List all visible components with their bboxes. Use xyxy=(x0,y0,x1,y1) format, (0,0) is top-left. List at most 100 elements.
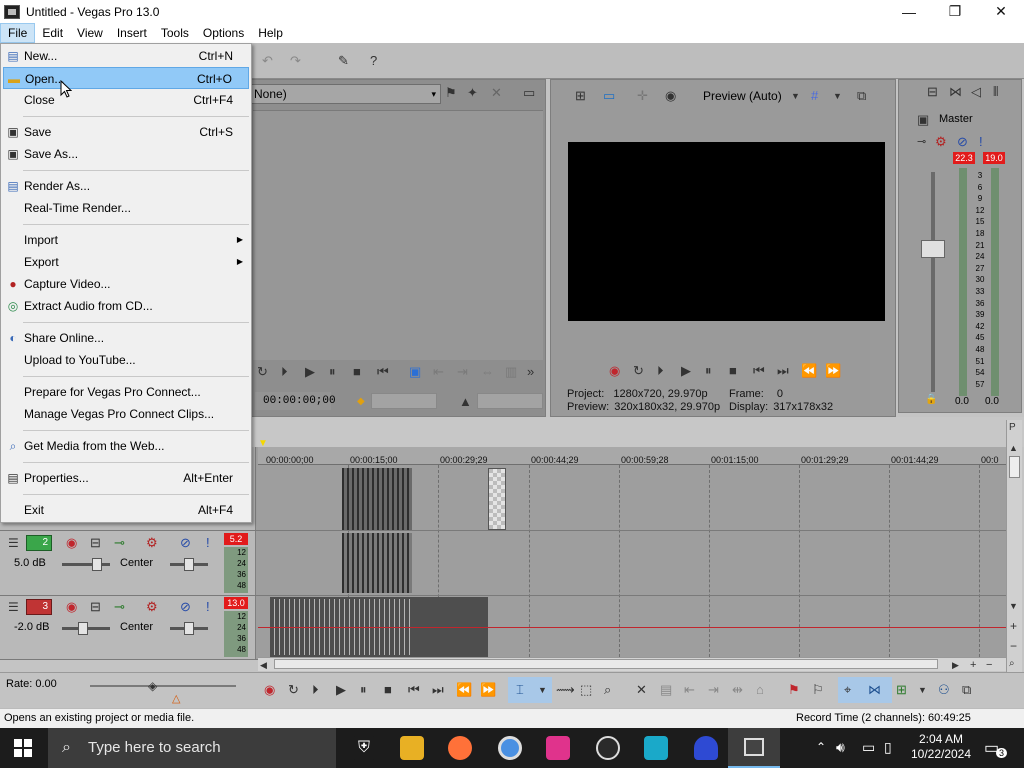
menu-item-exit[interactable]: Exit Alt+F4 xyxy=(3,499,249,521)
help-pointer-icon[interactable]: ? xyxy=(370,53,377,69)
undo-icon[interactable]: ↶ xyxy=(262,53,273,69)
vs-app-icon[interactable] xyxy=(644,736,668,760)
menu-tools[interactable]: Tools xyxy=(154,23,196,43)
windows-start-icon[interactable] xyxy=(14,739,32,757)
trim-region-bar[interactable] xyxy=(371,393,437,409)
copy-snapshot-icon[interactable]: ⧉ xyxy=(857,88,866,104)
go-end-icon[interactable]: ⏭ xyxy=(777,363,789,379)
mixer-icon[interactable]: ⊟ xyxy=(927,84,938,100)
timeline-vertical-scrollbar[interactable]: P ▲ ▼ + − ⌕ xyxy=(1006,420,1022,672)
gauge-app-icon[interactable] xyxy=(596,736,620,760)
fx-delete-icon[interactable]: ✕ xyxy=(491,85,502,101)
fx-star-icon[interactable]: ✦ xyxy=(467,85,478,101)
vegas-taskbar-button[interactable] xyxy=(728,728,780,768)
region-icon[interactable]: ⚐ xyxy=(812,682,824,698)
p-icon[interactable]: P xyxy=(1009,420,1016,436)
overlay-grid-icon[interactable]: # xyxy=(811,88,818,104)
trim-start-icon[interactable]: ⇤ xyxy=(684,682,695,698)
track-motion-icon[interactable]: ⊟ xyxy=(90,599,101,615)
lock-envelopes-icon[interactable]: ⚇ xyxy=(938,682,950,698)
zoom-out-icon[interactable]: − xyxy=(1010,638,1017,654)
menu-item-extract-audio[interactable]: ◎ Extract Audio from CD... xyxy=(3,295,249,317)
menu-item-share-online[interactable]: ◐ Share Online... xyxy=(3,327,249,349)
hat-app-icon[interactable] xyxy=(694,736,718,760)
menu-view[interactable]: View xyxy=(70,23,110,43)
split-icon[interactable]: ⇹ xyxy=(732,682,743,698)
master-fader-handle[interactable] xyxy=(921,240,945,258)
file-explorer-icon[interactable] xyxy=(400,736,424,760)
security-app-icon[interactable]: ⛨ xyxy=(352,736,376,760)
menu-item-export[interactable]: Export ▶ xyxy=(3,251,249,273)
fx-add-icon[interactable]: ⚑ xyxy=(445,85,457,101)
chevron-up-icon[interactable]: ⌃ xyxy=(816,740,826,754)
track-menu-icon[interactable]: ☰ xyxy=(8,535,19,551)
menu-item-capture-video[interactable]: ● Capture Video... xyxy=(3,273,249,295)
preview-settings-icon[interactable]: ⊞ xyxy=(575,88,586,104)
image-clip[interactable] xyxy=(488,468,506,530)
speaker-icon[interactable]: ◁ xyxy=(971,84,981,100)
timeline-horizontal-scrollbar[interactable]: ◀ ▶ + − xyxy=(258,657,1006,671)
menu-file[interactable]: File xyxy=(0,23,36,43)
pan-slider[interactable] xyxy=(170,622,208,635)
record-icon[interactable]: ◉ xyxy=(609,363,620,379)
trim-add-icon[interactable]: ⇔ xyxy=(481,364,494,380)
trim-audio-icon[interactable]: ▥ xyxy=(505,364,517,380)
menu-item-new[interactable]: ▤ New... Ctrl+N xyxy=(3,45,249,67)
dim-output-icon[interactable]: ⫴ xyxy=(993,84,998,100)
wrench-icon[interactable]: ✎ xyxy=(338,53,349,69)
delete-icon[interactable]: ✕ xyxy=(636,682,647,698)
snapping-buttons[interactable]: ⌖ ⋈ xyxy=(838,677,892,703)
trim-icon[interactable]: ▤ xyxy=(660,682,672,698)
menu-item-properties[interactable]: ▤ Properties... Alt+Enter xyxy=(3,467,249,489)
pause-icon[interactable]: ⏸ xyxy=(705,363,712,379)
arm-record-icon[interactable]: ◉ xyxy=(66,599,77,615)
volume-icon[interactable]: 🔊︎ xyxy=(836,739,845,756)
volume-slider-handle[interactable] xyxy=(78,622,88,635)
go-end-icon[interactable]: ⏭ xyxy=(432,682,444,698)
menu-item-render-as[interactable]: ▤ Render As... xyxy=(3,175,249,197)
menu-item-save-as[interactable]: ▣ Save As... xyxy=(3,143,249,165)
zoom-out-h-icon[interactable]: − xyxy=(986,657,992,673)
volume-slider-handle[interactable] xyxy=(92,558,102,571)
scroll-down-icon[interactable]: ▼ xyxy=(1009,598,1018,614)
solo-icon[interactable]: ǃ xyxy=(206,535,210,551)
loop-icon[interactable]: ↻ xyxy=(288,682,299,698)
menu-item-get-media-web[interactable]: ⌕ Get Media from the Web... xyxy=(3,435,249,457)
ignore-grouping-icon[interactable]: ⧉ xyxy=(962,682,971,698)
trim-out-icon[interactable]: ⇥ xyxy=(457,364,468,380)
next-frame-icon[interactable]: ⏩ xyxy=(825,363,841,379)
next-frame-icon[interactable]: ⏩ xyxy=(480,682,496,698)
video-clip[interactable] xyxy=(342,468,412,530)
menu-item-import[interactable]: Import ▶ xyxy=(3,229,249,251)
track-motion-icon[interactable]: ⊟ xyxy=(90,535,101,551)
track-fx-icon[interactable]: ⊸ xyxy=(114,599,125,615)
preview-quality-icon[interactable]: ◉ xyxy=(665,88,676,104)
battery-icon[interactable]: ▯ xyxy=(884,739,892,756)
go-start-icon[interactable]: ⏮ xyxy=(753,363,765,379)
zoom-tool-icon[interactable]: ⌕ xyxy=(604,682,611,698)
record-icon[interactable]: ◉ xyxy=(264,682,275,698)
play-icon[interactable]: ▶ xyxy=(681,363,691,379)
loop-icon[interactable]: ↻ xyxy=(257,364,268,380)
monitor-icon[interactable]: ▭ xyxy=(523,85,535,101)
media-view-area[interactable] xyxy=(253,110,543,360)
mute-icon[interactable]: ⊘ xyxy=(180,535,191,551)
pause-icon[interactable]: ⏸ xyxy=(329,364,336,380)
zoom-in-icon[interactable]: + xyxy=(1010,618,1017,634)
play-icon[interactable]: ▶ xyxy=(336,682,346,698)
go-start-icon[interactable]: ⏮ xyxy=(408,682,420,698)
stop-icon[interactable]: ■ xyxy=(353,364,361,380)
rate-slider[interactable] xyxy=(90,685,236,687)
more-icon[interactable]: » xyxy=(527,364,534,380)
pause-icon[interactable]: ⏸ xyxy=(360,682,367,698)
preview-mode-select[interactable]: Preview (Auto) xyxy=(703,89,782,103)
normal-edit-tool-button[interactable]: ⌶ ▼ xyxy=(508,677,552,703)
rate-reset-icon[interactable]: △ xyxy=(172,691,180,707)
minimize-button[interactable]: — xyxy=(886,0,932,23)
h-scrollbar-thumb[interactable] xyxy=(274,659,938,669)
taskbar-search[interactable]: ⌕ Type here to search xyxy=(48,728,336,768)
menu-item-manage-connect[interactable]: Manage Vegas Pro Connect Clips... xyxy=(3,403,249,425)
lock-events-icon[interactable]: ⌂ xyxy=(756,682,764,698)
ripple-icon[interactable]: ⊞ xyxy=(896,682,907,698)
play-icon[interactable]: ▶ xyxy=(305,364,315,380)
